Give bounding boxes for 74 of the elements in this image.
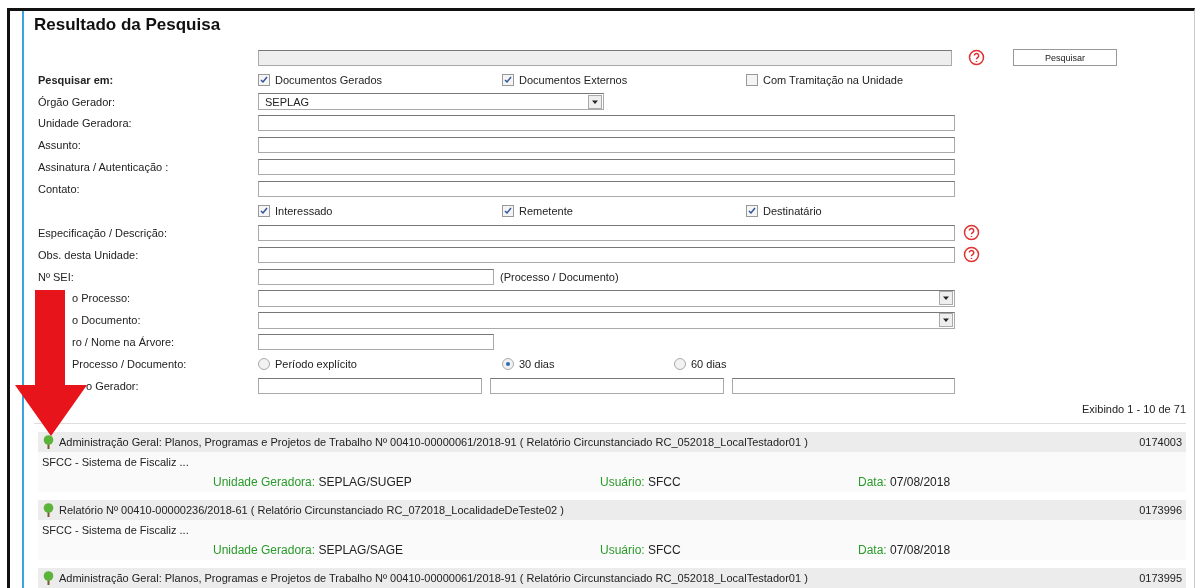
radio-label: 60 dias xyxy=(691,358,727,371)
result-snippet: SFCC - Sistema de Fiscaliz ... xyxy=(38,451,1186,472)
field-label: Obs. desta Unidade: xyxy=(38,248,139,261)
input-field[interactable] xyxy=(258,268,494,285)
field-label: Unidade Geradora: xyxy=(38,117,132,130)
checkbox-label: Com Tramitação na Unidade xyxy=(763,73,903,86)
checkbox[interactable] xyxy=(258,73,270,86)
input-field[interactable] xyxy=(258,334,494,351)
select-field[interactable]: SEPLAG xyxy=(258,93,604,111)
tree-icon xyxy=(42,434,55,449)
result-meta: Unidade Geradora: SEPLAG/SAGE xyxy=(213,542,405,557)
help-icon[interactable] xyxy=(963,224,980,242)
select-field[interactable] xyxy=(258,311,955,329)
field-label: ro / Nome na Árvore: xyxy=(72,336,175,349)
radio-button[interactable] xyxy=(258,358,270,371)
result-meta: Unidade Geradora: SEPLAG/SUGEP xyxy=(213,474,413,489)
input-field[interactable] xyxy=(258,246,955,263)
input-field[interactable] xyxy=(258,115,955,132)
result-meta: Data: 07/08/2018 xyxy=(858,474,952,489)
field-label: Órgão Gerador: xyxy=(38,95,116,108)
checkbox[interactable] xyxy=(746,204,758,217)
dropdown-icon[interactable] xyxy=(939,313,953,328)
checkbox-label: Documentos Gerados xyxy=(275,73,382,86)
help-icon[interactable] xyxy=(963,246,980,264)
document-number: 0173996 xyxy=(1139,503,1182,516)
field-label: Nº SEI: xyxy=(38,270,74,283)
input-field[interactable] xyxy=(490,377,724,394)
result-title-link[interactable]: Administração Geral: Planos, Programas e Projetos de Trabalho Nº 00410-00000061/2018-91 ( Relatório Circunstanciado RC_052018_LocalTestador01 ) xyxy=(59,435,1140,448)
field-hint: (Processo / Documento) xyxy=(500,270,619,283)
result-title-link[interactable]: Administração Geral: Planos, Programas e Projetos de Trabalho Nº 00410-00000061/2018-91 ( Relatório Circunstanciado RC_052018_LocalTestador01 ) xyxy=(59,571,1140,584)
help-icon[interactable] xyxy=(968,49,985,67)
input-field[interactable] xyxy=(258,377,482,394)
checkbox-label: Destinatário xyxy=(763,204,822,217)
result-meta: Usuário: SFCC xyxy=(600,474,682,489)
field-label: o Processo: xyxy=(72,292,131,305)
checkbox[interactable] xyxy=(746,73,758,86)
field-label: Especificação / Descrição: xyxy=(38,226,167,239)
input-field[interactable] xyxy=(258,159,955,176)
search-field[interactable] xyxy=(258,49,952,66)
radio-button[interactable] xyxy=(502,358,514,371)
radio-label: 30 dias xyxy=(519,358,555,371)
document-number: 0174003 xyxy=(1139,435,1182,448)
result-meta: Data: 07/08/2018 xyxy=(858,542,952,557)
checkbox[interactable] xyxy=(258,204,270,217)
search-button[interactable]: Pesquisar xyxy=(1013,49,1117,67)
checkbox[interactable] xyxy=(502,204,514,217)
checkbox-label: Remetente xyxy=(519,204,573,217)
field-label: o Gerador: xyxy=(86,379,139,392)
input-field[interactable] xyxy=(732,377,955,394)
dropdown-icon[interactable] xyxy=(588,94,602,109)
radio-label: Período explícito xyxy=(275,358,357,371)
dropdown-icon[interactable] xyxy=(939,291,953,306)
result-snippet: SFCC - Sistema de Fiscaliz ... xyxy=(38,519,1186,540)
tree-icon xyxy=(42,570,55,585)
input-field[interactable] xyxy=(258,137,955,154)
field-label: Assinatura / Autenticação : xyxy=(38,161,169,174)
tree-icon xyxy=(42,502,55,517)
input-field[interactable] xyxy=(258,224,955,241)
select-field[interactable] xyxy=(258,289,955,307)
checkbox[interactable] xyxy=(502,73,514,86)
radio-button[interactable] xyxy=(674,358,686,371)
field-label: Assunto: xyxy=(38,139,81,152)
field-label: Pesquisar em: xyxy=(38,73,114,86)
field-label: o Documento: xyxy=(72,314,141,327)
input-field[interactable] xyxy=(258,181,955,198)
field-label: Contato: xyxy=(38,183,80,196)
checkbox-label: Documentos Externos xyxy=(519,73,628,86)
checkbox-label: Interessado xyxy=(275,204,333,217)
field-label: Processo / Documento: xyxy=(72,358,187,371)
results-count: Exibindo 1 - 10 de 71 xyxy=(1082,402,1186,415)
page-title: Resultado da Pesquisa xyxy=(34,15,222,36)
document-number: 0173995 xyxy=(1139,571,1182,584)
result-title-link[interactable]: Relatório Nº 00410-00000236/2018-61 ( Relatório Circunstanciado RC_072018_LocalidadeDeTeste02 ) xyxy=(59,503,1140,516)
result-meta: Usuário: SFCC xyxy=(600,542,682,557)
